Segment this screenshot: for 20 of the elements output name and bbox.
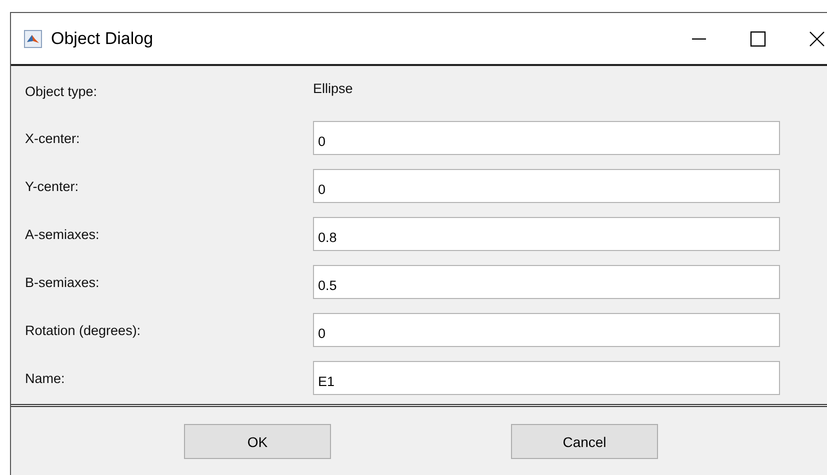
ok-button[interactable]: OK bbox=[184, 424, 331, 459]
maximize-icon[interactable] bbox=[750, 30, 766, 46]
input-field[interactable]: 0 bbox=[313, 169, 780, 203]
window-title: Object Dialog bbox=[51, 28, 154, 48]
cancel-button[interactable]: Cancel bbox=[511, 424, 658, 459]
close-icon[interactable] bbox=[809, 30, 825, 46]
field-label: X-center: bbox=[25, 130, 81, 146]
field-label: B-semiaxes: bbox=[25, 274, 100, 290]
input-field[interactable]: 0 bbox=[313, 313, 780, 347]
field-label: A-semiaxes: bbox=[25, 226, 100, 242]
input-field[interactable]: 0.5 bbox=[313, 265, 780, 299]
field-label: Name: bbox=[25, 370, 66, 386]
app-icon bbox=[24, 30, 42, 48]
field-label: Rotation (degrees): bbox=[25, 322, 142, 338]
object-type-value: Ellipse bbox=[313, 80, 353, 96]
input-field[interactable]: E1 bbox=[313, 361, 780, 395]
field-label: Y-center: bbox=[25, 178, 80, 194]
field-label: Object type: bbox=[25, 84, 98, 98]
input-field[interactable]: 0 bbox=[313, 121, 780, 155]
input-field[interactable]: 0.8 bbox=[313, 217, 780, 251]
